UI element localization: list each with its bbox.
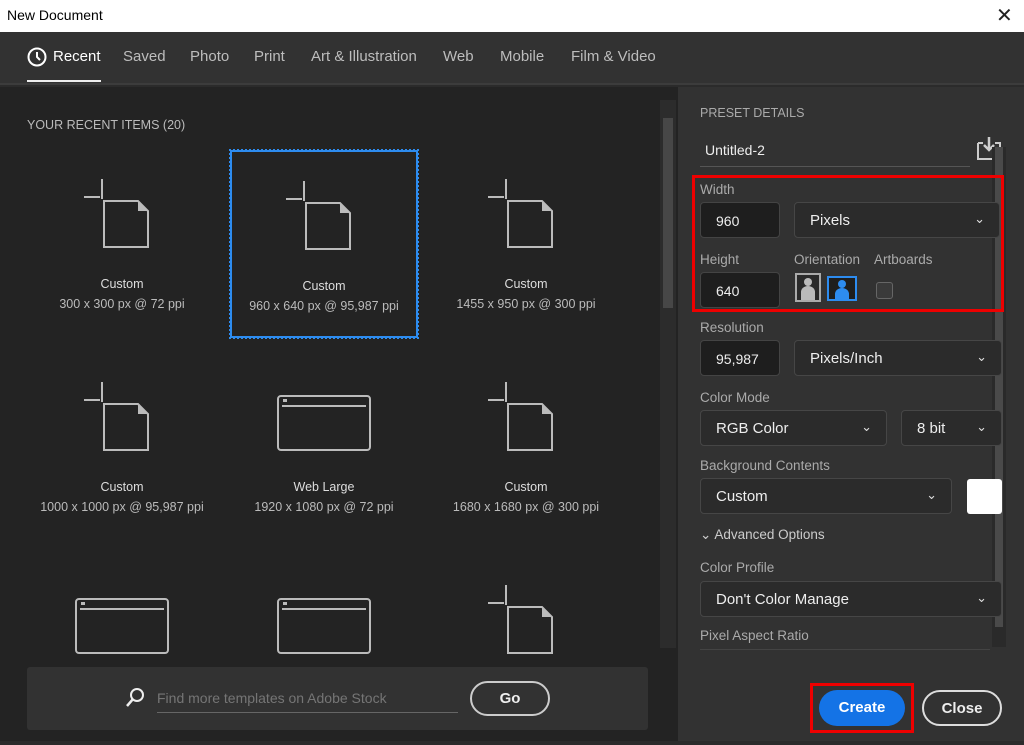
color-profile-label: Color Profile — [700, 560, 775, 575]
document-icon — [286, 181, 351, 250]
portrait-icon — [801, 278, 815, 300]
create-button[interactable]: Create — [819, 690, 905, 726]
preset-details-heading: PRESET DETAILS — [700, 106, 805, 120]
document-name-field[interactable]: Untitled-2 — [700, 132, 970, 167]
resolution-unit-dropdown[interactable]: Pixels/Inch ⌄ — [794, 340, 1002, 376]
chevron-down-icon: ⌄ — [976, 590, 987, 605]
item-name: Custom — [302, 279, 346, 293]
document-icon — [84, 382, 149, 451]
close-button[interactable]: Close — [922, 690, 1002, 726]
background-value: Custom — [716, 488, 768, 505]
close-icon[interactable]: ✕ — [996, 3, 1013, 28]
advanced-options-toggle[interactable]: ⌄ Advanced Options — [700, 527, 825, 543]
document-icon — [488, 585, 553, 654]
recent-item[interactable]: Custom 1680 x 1680 px @ 300 ppi — [431, 352, 621, 542]
web-page-icon — [75, 598, 169, 654]
go-button[interactable]: Go — [470, 681, 550, 716]
recent-item[interactable]: Custom 960 x 640 px @ 95,987 ppi — [229, 149, 419, 339]
unit-dropdown[interactable]: Pixels ⌄ — [794, 202, 1000, 238]
unit-value: Pixels — [810, 212, 851, 229]
item-size: 1455 x 950 px @ 300 ppi — [456, 297, 596, 311]
document-icon — [488, 179, 553, 248]
chevron-down-icon: ⌄ — [926, 487, 937, 502]
web-page-icon — [277, 598, 371, 654]
color-profile-dropdown[interactable]: Don't Color Manage ⌄ — [700, 581, 1002, 617]
portrait-orientation-button[interactable] — [795, 273, 821, 302]
title-bar: New Document ✕ — [0, 0, 1024, 32]
chevron-down-icon: ⌄ — [976, 349, 987, 364]
tab-mobile[interactable]: Mobile — [500, 48, 544, 65]
tab-recent[interactable]: Recent — [27, 48, 101, 82]
document-icon — [488, 382, 553, 451]
item-size: 300 x 300 px @ 72 ppi — [59, 297, 185, 311]
tab-saved[interactable]: Saved — [123, 48, 166, 65]
color-mode-value: RGB Color — [716, 420, 789, 437]
pixel-aspect-ratio-label: Pixel Aspect Ratio — [700, 628, 809, 643]
clock-icon — [27, 47, 47, 67]
item-name: Custom — [100, 277, 144, 291]
item-size: 1920 x 1080 px @ 72 ppi — [254, 500, 394, 514]
tab-film-video[interactable]: Film & Video — [571, 48, 656, 65]
web-page-icon — [277, 395, 371, 451]
resolution-input[interactable]: 95,987 — [700, 340, 780, 376]
chevron-down-icon: ⌄ — [974, 211, 985, 226]
recent-item[interactable]: Web Large 1920 x 1080 px @ 72 ppi — [229, 352, 419, 542]
document-icon — [84, 179, 149, 248]
item-size: 960 x 640 px @ 95,987 ppi — [249, 299, 399, 313]
color-mode-dropdown[interactable]: RGB Color ⌄ — [700, 410, 887, 446]
item-size: 1000 x 1000 px @ 95,987 ppi — [40, 500, 204, 514]
landscape-icon — [835, 280, 849, 299]
recent-item[interactable]: Custom 1000 x 1000 px @ 95,987 ppi — [27, 352, 217, 542]
item-name: Custom — [504, 480, 548, 494]
tab-web[interactable]: Web — [443, 48, 474, 65]
artboards-label: Artboards — [874, 252, 933, 267]
scrollbar[interactable] — [660, 100, 676, 648]
bit-depth-dropdown[interactable]: 8 bit ⌄ — [901, 410, 1002, 446]
recent-item[interactable]: Custom 300 x 300 px @ 72 ppi — [27, 149, 217, 339]
preset-details-panel: PRESET DETAILS Untitled-2 Width 960 Pixe… — [678, 87, 1024, 741]
item-size: 1680 x 1680 px @ 300 ppi — [452, 500, 600, 514]
recent-items-heading: YOUR RECENT ITEMS (20) — [27, 118, 186, 132]
width-input[interactable]: 960 — [700, 202, 780, 238]
divider — [700, 649, 990, 650]
advanced-options-label: Advanced Options — [714, 527, 825, 542]
resolution-label: Resolution — [700, 320, 764, 335]
tab-photo[interactable]: Photo — [190, 48, 229, 65]
color-mode-label: Color Mode — [700, 390, 770, 405]
category-tabs: Recent Saved Photo Print Art & Illustrat… — [0, 32, 1024, 85]
stock-search-bar: Go — [27, 667, 648, 730]
color-profile-value: Don't Color Manage — [716, 591, 849, 608]
artboards-checkbox[interactable] — [876, 282, 893, 299]
chevron-down-icon: ⌄ — [861, 419, 872, 434]
search-icon — [126, 688, 144, 707]
item-name: Custom — [100, 480, 144, 494]
item-name: Web Large — [293, 480, 355, 494]
width-label: Width — [700, 182, 735, 197]
height-label: Height — [700, 252, 740, 267]
recent-items-panel: YOUR RECENT ITEMS (20) Custom 300 x 300 p… — [0, 87, 678, 741]
orientation-label: Orientation — [794, 252, 861, 267]
resolution-unit-value: Pixels/Inch — [810, 350, 883, 367]
background-color-swatch[interactable] — [967, 479, 1002, 514]
tab-art-illustration[interactable]: Art & Illustration — [311, 48, 417, 65]
chevron-down-icon: ⌄ — [700, 527, 712, 542]
bit-depth-value: 8 bit — [917, 420, 946, 437]
item-name: Custom — [504, 277, 548, 291]
window-title: New Document — [7, 7, 103, 23]
landscape-orientation-button[interactable] — [827, 276, 857, 301]
background-contents-label: Background Contents — [700, 458, 830, 473]
chevron-down-icon: ⌄ — [976, 419, 987, 434]
height-input[interactable]: 640 — [700, 272, 780, 308]
stock-search-input[interactable] — [157, 683, 458, 713]
background-contents-dropdown[interactable]: Custom ⌄ — [700, 478, 952, 514]
recent-item[interactable]: Custom 1455 x 950 px @ 300 ppi — [431, 149, 621, 339]
tab-print[interactable]: Print — [254, 48, 285, 65]
